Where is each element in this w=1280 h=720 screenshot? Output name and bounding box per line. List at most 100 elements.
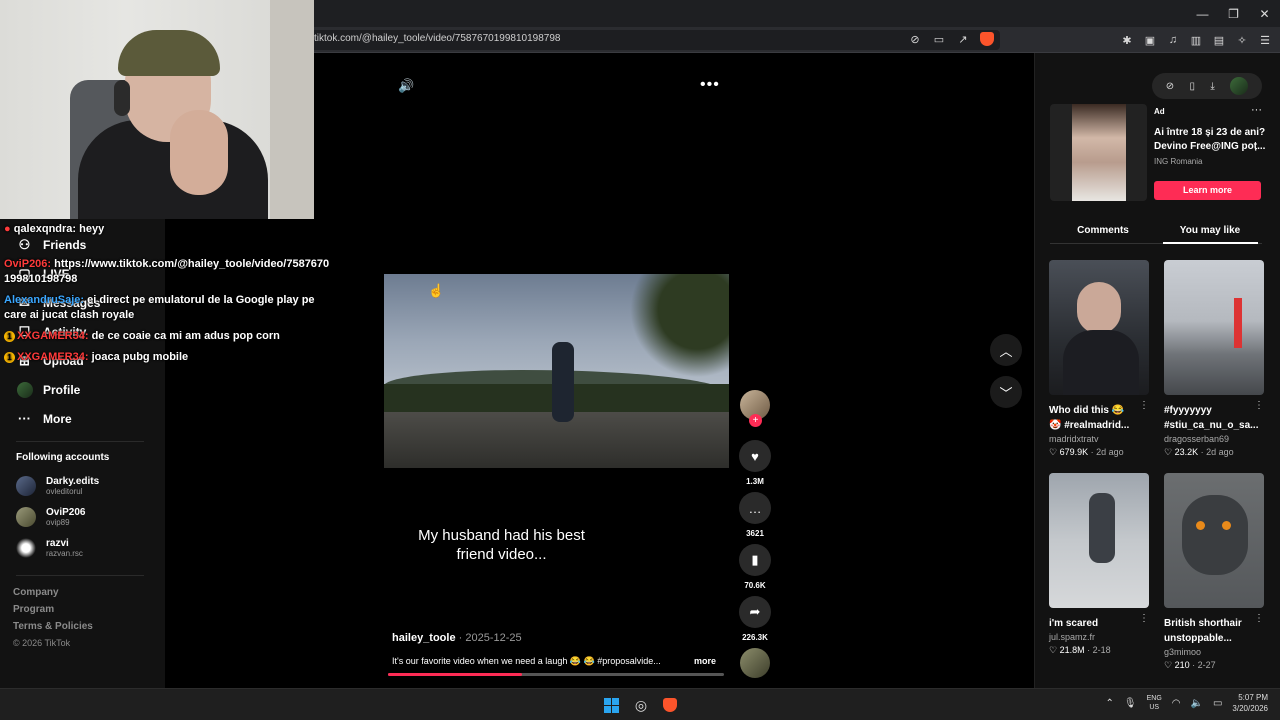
- sidebar-item-profile[interactable]: Profile: [16, 381, 80, 398]
- following-account[interactable]: Darky.edits ovleditorul: [16, 476, 99, 496]
- sidebar-footer: Company Program Terms & Policies © 2026 …: [13, 587, 93, 654]
- system-clock[interactable]: 5:07 PM 3/20/2026: [1232, 692, 1268, 714]
- wallet-icon[interactable]: ▣: [1143, 33, 1157, 47]
- like-action[interactable]: ♥ 1.3M: [739, 440, 771, 486]
- following-account[interactable]: razvi razvan.rsc: [16, 538, 83, 558]
- footer-link-program[interactable]: Program: [13, 604, 93, 615]
- sidebar-icon[interactable]: ▥: [1189, 33, 1203, 47]
- user-avatar[interactable]: [1230, 77, 1249, 95]
- chat-username: XXGAMER34:: [17, 330, 89, 342]
- video-options-icon[interactable]: ⋮: [1254, 400, 1264, 411]
- recommended-title: British shorthair unstoppable...: [1164, 618, 1242, 644]
- download-icon[interactable]: ⤓: [1210, 81, 1214, 92]
- close-window-button[interactable]: ✕: [1249, 0, 1280, 27]
- brave-app-icon[interactable]: [661, 696, 679, 714]
- video-progress-bar[interactable]: [388, 673, 724, 676]
- restore-button[interactable]: ❐: [1218, 0, 1249, 27]
- video-options-icon[interactable]: ⋮: [1139, 613, 1149, 624]
- extensions-icon[interactable]: ✱: [1120, 33, 1134, 47]
- previous-video-button[interactable]: ︿: [990, 334, 1022, 366]
- comment-action[interactable]: … 3621: [739, 492, 771, 538]
- following-account[interactable]: OviP206 ovip89: [16, 507, 85, 527]
- share-action[interactable]: ➦ 226.3K: [739, 596, 771, 642]
- follow-plus-icon[interactable]: +: [749, 414, 762, 427]
- friends-icon: ⚇: [18, 236, 31, 252]
- video-options-icon[interactable]: •••: [700, 76, 720, 94]
- region-code: US: [1149, 704, 1160, 711]
- windows-taskbar: ◎ ⌃ 🎙 ENG US ◠ 🔈 ▭ 5:07 PM 3/20/2026: [0, 688, 1280, 720]
- video-options-icon[interactable]: ⋮: [1254, 613, 1264, 624]
- ad-label: Ad: [1154, 107, 1165, 116]
- menu-icon[interactable]: ☰: [1258, 33, 1272, 47]
- screen: — ❐ ✕ tiktok.com/@hailey_toole/video/758…: [0, 0, 1280, 720]
- url-text: tiktok.com/@hailey_toole/video/758767019…: [314, 33, 561, 44]
- recommended-video[interactable]: ⋮ Who did this 😂 🤡 #realmadrid... madrid…: [1049, 260, 1149, 458]
- video-author[interactable]: hailey_toole: [392, 632, 456, 644]
- phone-icon[interactable]: ▯: [1190, 81, 1196, 92]
- ad-options-icon[interactable]: ···: [1251, 104, 1262, 116]
- bookmark-icon[interactable]: ▮: [739, 544, 771, 576]
- microphone-icon[interactable]: 🎙: [1124, 698, 1137, 709]
- chevron-up-icon: ︿: [999, 343, 1013, 359]
- chat-message: AlexandruSaje: ei direct pe emulatorul d…: [4, 293, 315, 323]
- ad-person-image: [1072, 104, 1126, 201]
- recommended-video[interactable]: ⋮ i'm scared jul.spamz.fr ♡ 21.8M · 2-18: [1049, 473, 1149, 656]
- footer-link-company[interactable]: Company: [13, 587, 93, 598]
- chat-text: de ce coaie ca mi am adus pop corn: [88, 330, 280, 342]
- webcam-shelf: [270, 0, 314, 219]
- cast-icon[interactable]: ▭: [932, 32, 946, 46]
- speaker-icon[interactable]: 🔈: [1191, 698, 1203, 709]
- chat-badge-icon: 1: [4, 330, 15, 342]
- webcam-headphone: [114, 80, 130, 116]
- minimize-button[interactable]: —: [1187, 0, 1218, 27]
- account-name: OviP206: [46, 507, 86, 518]
- footer-link-terms[interactable]: Terms & Policies: [13, 621, 93, 632]
- video-description: It's our favorite video when we need a l…: [392, 656, 661, 666]
- recommended-video[interactable]: ⋮ #fyyyyyyy #stiu_ca_nu_o_sa... dragosse…: [1164, 260, 1264, 458]
- ad-thumbnail[interactable]: [1050, 104, 1147, 201]
- tab-you-may-like[interactable]: You may like: [1157, 225, 1263, 236]
- tray-chevron-icon[interactable]: ⌃: [1106, 698, 1114, 709]
- obs-app-icon[interactable]: ◎: [632, 696, 650, 714]
- input-language[interactable]: ENG US: [1147, 694, 1162, 712]
- start-button[interactable]: [602, 696, 620, 714]
- music-icon[interactable]: ♫: [1166, 33, 1180, 47]
- video-frame[interactable]: [384, 274, 729, 468]
- recommended-thumbnail[interactable]: [1049, 473, 1149, 608]
- account-name: razvi: [46, 538, 69, 549]
- learn-more-button[interactable]: Learn more: [1154, 181, 1261, 200]
- thumbnail-sign: [1234, 298, 1242, 348]
- heart-icon[interactable]: ♥: [739, 440, 771, 472]
- recommended-thumbnail[interactable]: [1164, 260, 1264, 395]
- reading-list-icon[interactable]: ▤: [1212, 33, 1226, 47]
- recommended-thumbnail[interactable]: [1164, 473, 1264, 608]
- volume-icon[interactable]: 🔊: [398, 78, 414, 94]
- description-more-link[interactable]: more: [694, 656, 716, 666]
- sidebar-divider: [16, 441, 144, 442]
- brave-shield-icon[interactable]: [980, 32, 994, 46]
- recommended-likes: 23.2K: [1174, 447, 1199, 457]
- tab-comments[interactable]: Comments: [1050, 225, 1156, 236]
- recommended-video[interactable]: ⋮ British shorthair unstoppable... g3mim…: [1164, 473, 1264, 671]
- no-tracking-icon[interactable]: ⊘: [908, 32, 922, 46]
- recommended-thumbnail[interactable]: [1049, 260, 1149, 395]
- recommended-separator: ·: [1084, 645, 1093, 655]
- sidebar-item-more[interactable]: ··· More: [16, 410, 72, 427]
- share-icon[interactable]: ↗: [956, 32, 970, 46]
- compass-icon[interactable]: ⊘: [1166, 81, 1174, 92]
- wifi-icon[interactable]: ◠: [1172, 698, 1181, 709]
- sidebar-item-friends[interactable]: ⚇ Friends: [16, 236, 87, 253]
- music-disc-avatar[interactable]: [740, 648, 770, 678]
- save-action[interactable]: ▮ 70.6K: [739, 544, 771, 590]
- chat-message: 1 XXGAMER34: joaca pubg mobile: [4, 350, 188, 365]
- comment-icon[interactable]: …: [739, 492, 771, 524]
- battery-icon[interactable]: ▭: [1213, 698, 1222, 709]
- video-couple: [552, 342, 574, 422]
- share-arrow-icon[interactable]: ➦: [739, 596, 771, 628]
- next-video-button[interactable]: ﹀: [990, 376, 1022, 408]
- ad-title[interactable]: Ai între 18 și 23 de ani? Devino Free@IN…: [1154, 126, 1266, 154]
- leo-ai-icon[interactable]: ✧: [1235, 33, 1249, 47]
- video-options-icon[interactable]: ⋮: [1139, 400, 1149, 411]
- address-bar[interactable]: tiktok.com/@hailey_toole/video/758767019…: [300, 30, 1000, 50]
- account-handle: razvan.rsc: [46, 549, 83, 558]
